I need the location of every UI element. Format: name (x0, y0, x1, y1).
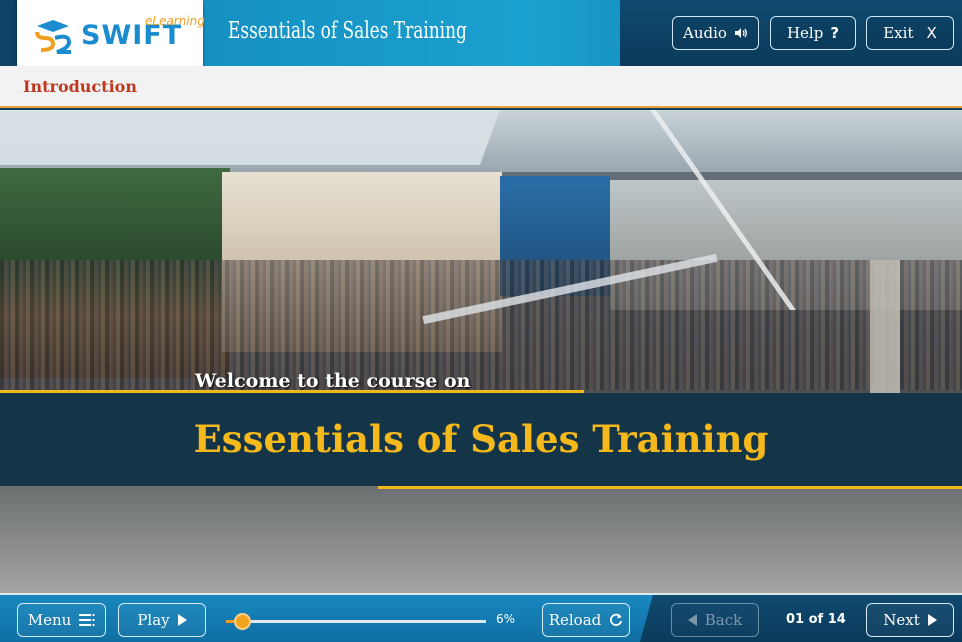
section-title: Introduction (23, 77, 137, 96)
back-triangle-icon (687, 614, 697, 626)
help-button-label: Help (786, 24, 824, 42)
back-button-label: Back (704, 611, 743, 629)
banner-underline (378, 486, 962, 489)
question-icon: ? (830, 24, 840, 42)
swift-logo-icon (35, 20, 72, 54)
progress-percent: 6% (496, 612, 516, 626)
reload-icon (610, 613, 623, 626)
next-triangle-icon (927, 614, 937, 626)
play-triangle-icon (177, 614, 187, 626)
slide-title: Essentials of Sales Training (193, 417, 769, 461)
welcome-text: Welcome to the course on (195, 370, 471, 392)
logo: SWIFT eLearning (17, 0, 205, 71)
exit-button-label: Exit (883, 24, 914, 42)
progress-slider[interactable] (226, 613, 486, 630)
reload-button[interactable]: Reload (542, 603, 630, 637)
progress-knob[interactable] (233, 613, 251, 630)
header-bar: SWIFT eLearning Essentials of Sales Trai… (0, 0, 962, 71)
hamburger-icon (79, 614, 95, 626)
next-button-label: Next (883, 611, 920, 629)
play-button-label: Play (137, 611, 170, 629)
title-banner: Essentials of Sales Training (0, 393, 962, 486)
audio-button-label: Audio (683, 24, 727, 42)
slide-stage: Welcome to the course on Essentials of S… (0, 110, 962, 593)
menu-button[interactable]: Menu (17, 603, 106, 637)
back-button[interactable]: Back (671, 603, 759, 637)
page-counter: 01 of 14 (786, 612, 846, 627)
section-bar: Introduction (0, 66, 962, 108)
logo-tagline: eLearning (145, 14, 205, 28)
next-button[interactable]: Next (866, 603, 954, 637)
reload-button-label: Reload (548, 611, 602, 629)
close-icon: X (926, 24, 937, 42)
exit-button[interactable]: Exit X (866, 16, 954, 50)
play-button[interactable]: Play (118, 603, 206, 637)
menu-button-label: Menu (27, 611, 72, 629)
course-title: Essentials of Sales Training (228, 18, 467, 44)
speaker-icon (734, 28, 747, 38)
audio-button[interactable]: Audio (672, 16, 759, 50)
footer-bar: Menu Play 6% Reload Back 01 of 14 Next (0, 593, 962, 642)
help-button[interactable]: Help ? (770, 16, 856, 50)
